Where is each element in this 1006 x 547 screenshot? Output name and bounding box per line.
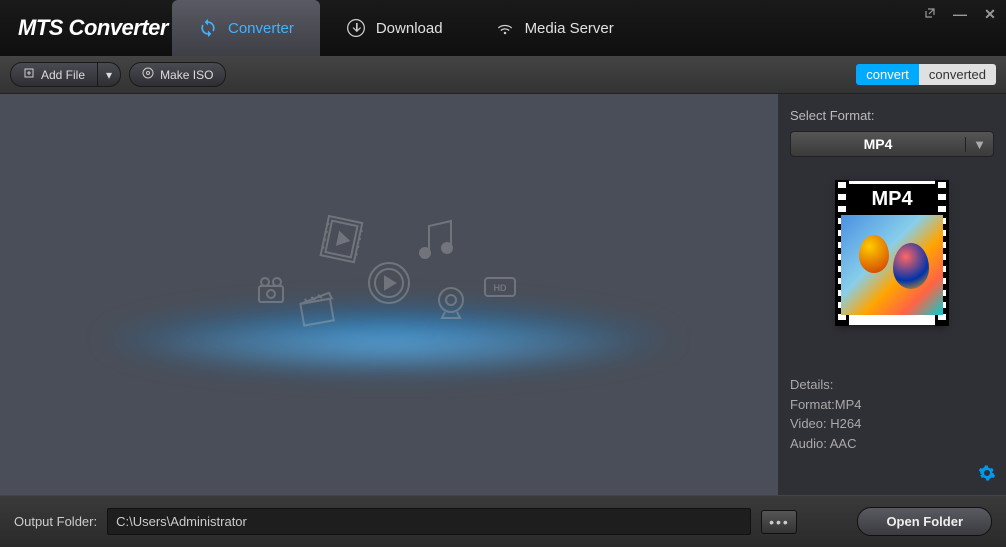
refresh-icon (198, 18, 218, 38)
close-icon[interactable]: ✕ (982, 6, 998, 23)
add-file-label: Add File (41, 68, 85, 82)
film-icon (321, 216, 365, 263)
tab-download[interactable]: Download (320, 0, 469, 56)
popout-icon[interactable] (922, 6, 938, 23)
format-select-value: MP4 (791, 136, 965, 152)
settings-gear-icon[interactable] (978, 464, 996, 487)
details-audio: Audio: AAC (790, 434, 994, 454)
hd-icon: HD (485, 278, 515, 296)
add-file-split: Add File ▾ (10, 62, 121, 87)
format-select[interactable]: MP4 ▼ (790, 131, 994, 157)
browse-button[interactable]: ••• (761, 510, 797, 534)
download-icon (346, 18, 366, 38)
tab-media-server-label: Media Server (525, 20, 614, 37)
select-format-label: Select Format: (790, 108, 994, 123)
main-area: HD Select Format: MP4 ▼ MP4 Details: For… (0, 94, 1006, 495)
footer: Output Folder: ••• Open Folder (0, 495, 1006, 547)
toggle-converted[interactable]: converted (919, 64, 996, 85)
convert-toggle: convert converted (856, 64, 996, 85)
toggle-convert[interactable]: convert (856, 64, 919, 85)
disc-icon (142, 67, 154, 82)
details-video: Video: H264 (790, 414, 994, 434)
output-folder-label: Output Folder: (14, 514, 97, 529)
details-label: Details: (790, 375, 994, 395)
play-circle-icon (369, 263, 409, 303)
output-folder-input[interactable] (107, 508, 751, 535)
sidebar: Select Format: MP4 ▼ MP4 Details: Format… (778, 94, 1006, 495)
toolbar: Add File ▾ Make ISO convert converted (0, 56, 1006, 94)
make-iso-button[interactable]: Make ISO (129, 62, 226, 87)
details-format: Format:MP4 (790, 395, 994, 415)
open-folder-button[interactable]: Open Folder (857, 507, 992, 536)
music-icon (420, 221, 452, 258)
drop-area[interactable]: HD (0, 94, 778, 495)
format-preview: MP4 (838, 181, 946, 325)
tab-converter-label: Converter (228, 20, 294, 37)
add-file-dropdown[interactable]: ▾ (98, 62, 121, 87)
app-title: MTS Converter (0, 15, 168, 41)
main-tabs: Converter Download Media Server (172, 0, 640, 56)
wifi-icon (495, 18, 515, 38)
add-file-button[interactable]: Add File (10, 62, 98, 87)
tab-media-server[interactable]: Media Server (469, 0, 640, 56)
format-details: Details: Format:MP4 Video: H264 Audio: A… (790, 375, 994, 453)
tab-converter[interactable]: Converter (172, 0, 320, 56)
tab-download-label: Download (376, 20, 443, 37)
make-iso-label: Make ISO (160, 68, 213, 82)
titlebar: MTS Converter Converter Download Media S… (0, 0, 1006, 56)
webcam-icon (439, 288, 463, 318)
chevron-down-icon: ▼ (965, 137, 993, 152)
clapper-icon (299, 292, 335, 325)
format-preview-image (841, 215, 943, 315)
svg-text:HD: HD (494, 283, 507, 293)
window-controls: — ✕ (922, 6, 998, 23)
minimize-icon[interactable]: — (952, 6, 968, 23)
drop-icons-group: HD (229, 208, 549, 353)
add-file-icon (23, 67, 35, 82)
camcorder-icon (259, 278, 283, 302)
format-preview-label: MP4 (841, 184, 943, 215)
